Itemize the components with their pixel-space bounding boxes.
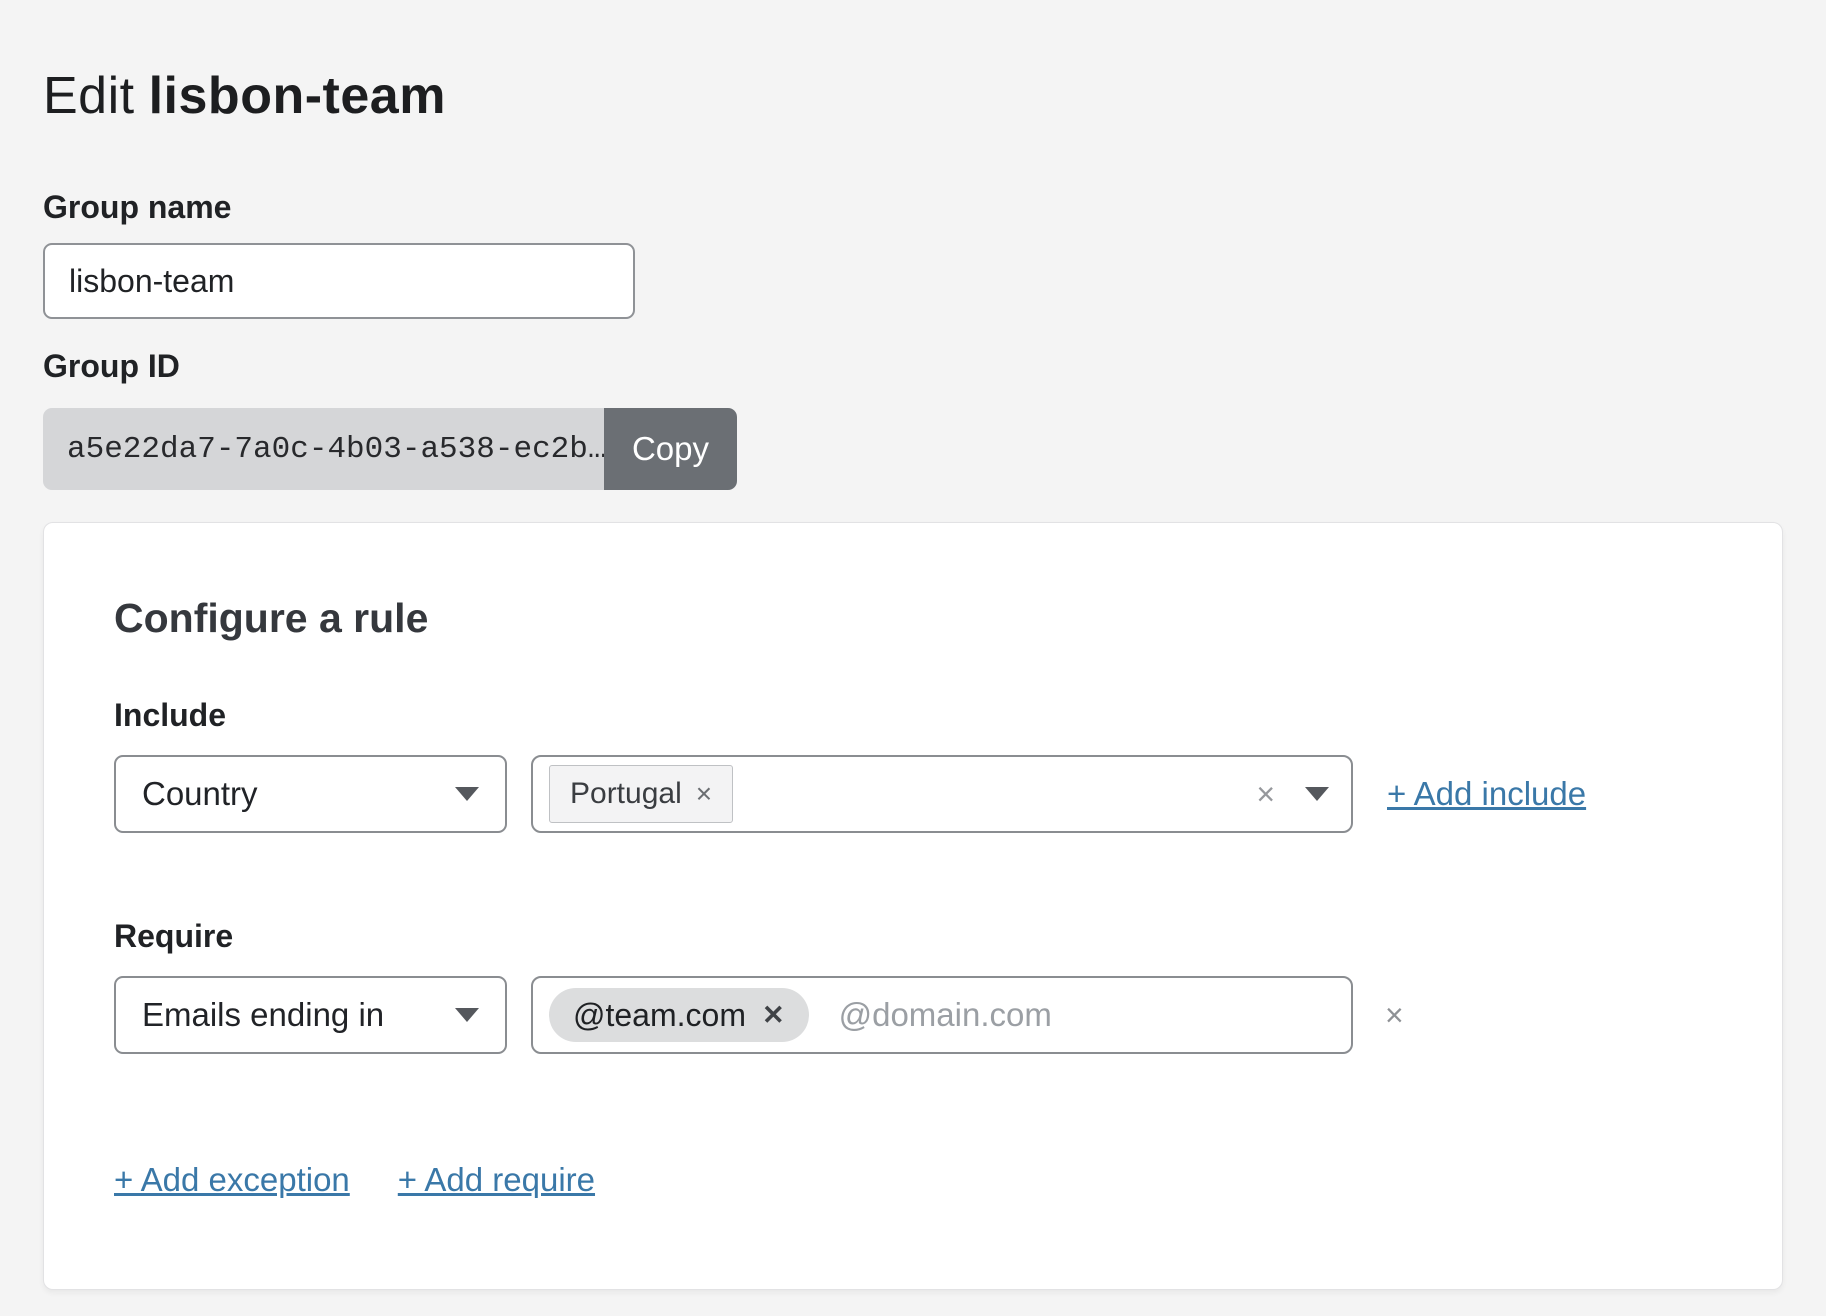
add-exception-link[interactable]: + Add exception xyxy=(114,1161,350,1199)
require-domain-input[interactable] xyxy=(837,995,1329,1035)
chevron-down-icon xyxy=(455,787,479,801)
chevron-down-icon xyxy=(455,1008,479,1022)
include-selector-value: Country xyxy=(142,775,258,813)
add-require-link[interactable]: + Add require xyxy=(398,1161,595,1199)
copy-button[interactable]: Copy xyxy=(604,408,737,490)
include-rule-row: Country Portugal × × + Add include xyxy=(114,755,1586,833)
require-value-input-box[interactable]: @team.com ✕ xyxy=(531,976,1353,1054)
rule-actions-row: + Add exception + Add require xyxy=(114,1161,595,1199)
include-tag-remove-icon[interactable]: × xyxy=(696,780,712,808)
group-id-field: a5e22da7-7a0c-4b03-a538-ec2b… Copy xyxy=(43,408,737,490)
include-label: Include xyxy=(114,697,226,734)
require-label: Require xyxy=(114,918,233,955)
add-include-link[interactable]: + Add include xyxy=(1387,775,1586,813)
remove-require-rule-icon[interactable]: × xyxy=(1385,999,1404,1031)
include-tag-label: Portugal xyxy=(570,777,682,811)
chevron-down-icon[interactable] xyxy=(1305,787,1329,801)
page-title-group-name: lisbon-team xyxy=(149,67,446,125)
include-value-multiselect[interactable]: Portugal × × xyxy=(531,755,1353,833)
group-id-label: Group ID xyxy=(43,348,180,385)
include-multiselect-controls: × xyxy=(1256,778,1329,810)
include-clear-icon[interactable]: × xyxy=(1256,778,1275,810)
require-rule-row: Emails ending in @team.com ✕ × xyxy=(114,976,1404,1054)
require-tag-label: @team.com xyxy=(573,997,746,1034)
group-name-label: Group name xyxy=(43,189,231,226)
rule-card-heading: Configure a rule xyxy=(114,595,428,642)
require-selector-dropdown[interactable]: Emails ending in xyxy=(114,976,507,1054)
rule-card: Configure a rule Include Country Portuga… xyxy=(43,522,1783,1290)
require-selector-value: Emails ending in xyxy=(142,996,384,1034)
page-title-prefix: Edit xyxy=(43,67,135,125)
group-id-value: a5e22da7-7a0c-4b03-a538-ec2b… xyxy=(43,408,604,490)
require-tag: @team.com ✕ xyxy=(549,988,809,1042)
group-name-input[interactable] xyxy=(43,243,635,319)
require-tag-remove-icon[interactable]: ✕ xyxy=(762,1002,785,1029)
page-title: Editlisbon-team xyxy=(43,63,446,129)
include-selector-dropdown[interactable]: Country xyxy=(114,755,507,833)
edit-group-page: Editlisbon-team Group name Group ID a5e2… xyxy=(0,0,1826,1316)
include-tag: Portugal × xyxy=(549,765,733,823)
